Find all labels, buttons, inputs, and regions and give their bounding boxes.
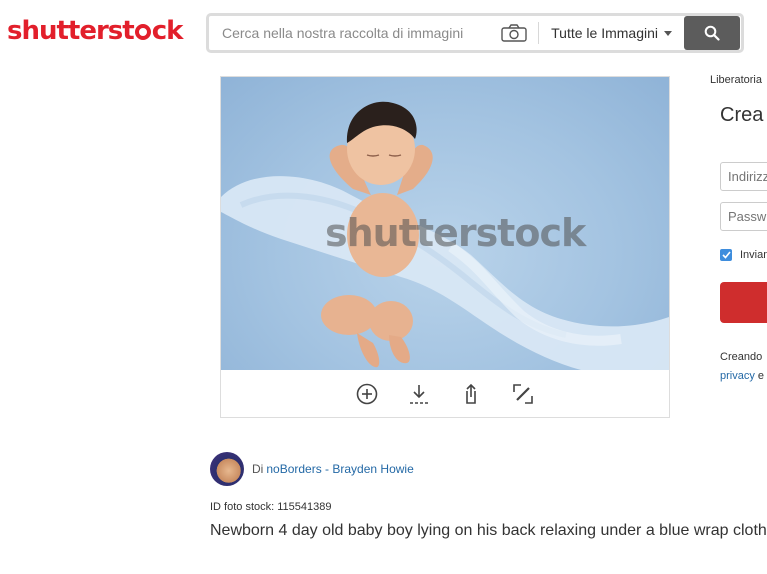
logo-text-start: shutterst [7, 16, 135, 46]
watermark: shutterstock [325, 211, 586, 255]
password-field[interactable] [720, 202, 767, 231]
signup-heading: Crea i [720, 104, 767, 126]
logo-o-icon [134, 24, 151, 40]
stock-photo-id: ID foto stock: 115541389 [210, 501, 332, 513]
privacy-line: privacy e [720, 370, 764, 382]
add-to-collection-button[interactable] [353, 380, 381, 408]
newsletter-checkbox-row[interactable]: Inviam [720, 249, 767, 261]
share-button[interactable] [457, 380, 485, 408]
magnifier-icon [704, 25, 720, 41]
logo-text-end: ck [151, 16, 184, 46]
license-link[interactable]: Liberatoria [710, 74, 762, 86]
search-input[interactable] [209, 16, 501, 50]
stock-photo[interactable]: shutterstock [221, 77, 669, 370]
signup-button[interactable] [720, 282, 767, 323]
author-row: Di noBorders - Brayden Howie [210, 452, 414, 486]
add-circle-icon [356, 383, 378, 405]
image-type-label: Tutte le Immagini [551, 25, 658, 41]
author-link[interactable]: noBorders - Brayden Howie [266, 462, 413, 476]
shutterstock-logo[interactable]: shutterst ck [7, 16, 184, 46]
terms-text: Creando [720, 351, 763, 363]
email-field[interactable] [720, 162, 767, 191]
author-by-label: Di [252, 462, 264, 476]
edit-icon [513, 384, 533, 404]
privacy-tail: e [757, 370, 765, 382]
camera-icon[interactable] [500, 23, 528, 43]
search-button[interactable] [684, 16, 740, 50]
edit-button[interactable] [509, 380, 537, 408]
chevron-down-icon [664, 30, 672, 36]
download-icon [410, 385, 428, 404]
image-card: shutterstock [220, 76, 670, 418]
avatar[interactable] [210, 452, 244, 486]
image-action-toolbar [221, 370, 669, 418]
download-button[interactable] [405, 380, 433, 408]
checkbox-label: Inviam [740, 249, 767, 261]
checkbox-checked-icon[interactable] [720, 249, 732, 261]
image-type-dropdown[interactable]: Tutte le Immagini [539, 16, 684, 50]
search-bar: Tutte le Immagini [206, 13, 744, 53]
image-description: Newborn 4 day old baby boy lying on his … [210, 522, 767, 539]
share-icon [466, 383, 476, 404]
privacy-link[interactable]: privacy [720, 370, 755, 382]
